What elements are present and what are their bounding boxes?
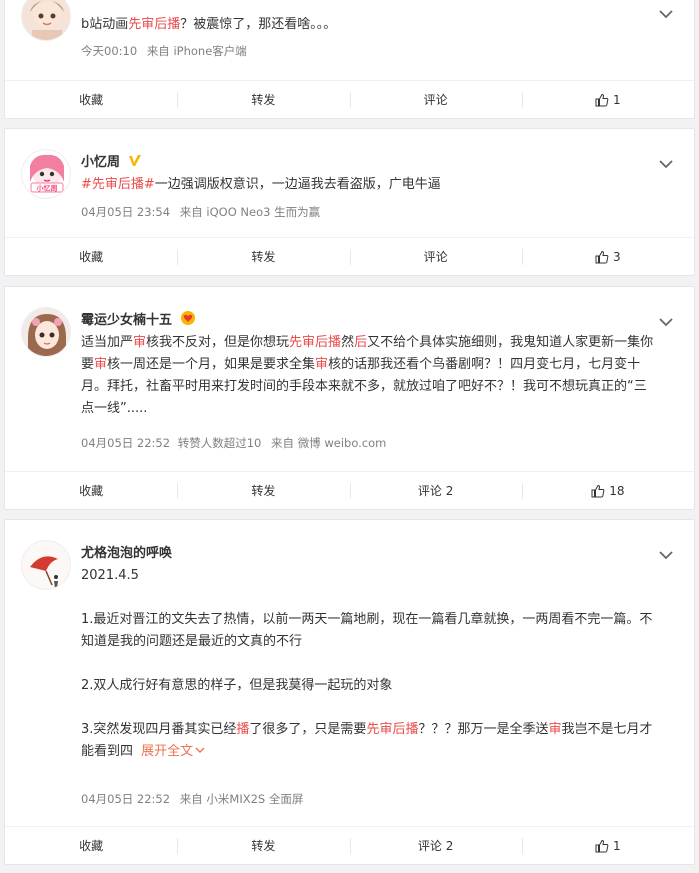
collect-button[interactable]: 收藏	[5, 81, 177, 118]
repost-button[interactable]: 转发	[177, 81, 349, 118]
post-meta: 04月05日 23:54 来自 iQOO Neo3 生而为赢	[81, 204, 320, 220]
avatar[interactable]	[21, 540, 71, 590]
weibo-card-1: b站动画先审后播？被震惊了，那还看啥。。。 今天00:10 来自 iPhone客…	[4, 0, 695, 119]
action-bar: 收藏 转发 评论 2 18	[5, 471, 694, 509]
like-button[interactable]: 1	[521, 81, 694, 118]
post-meta: 04月05日 22:52 来自 小米MIX2S 全面屏	[81, 791, 303, 807]
post-paragraph: 3.突然发现四月番其实已经播了很多了，只是需要先审后播？？？那万一是全季送审我岂…	[81, 722, 653, 759]
chevron-down-icon[interactable]	[658, 546, 674, 560]
verified-badge-icon	[128, 155, 141, 166]
keyword-highlight[interactable]: 先审后播	[128, 17, 180, 32]
post-time[interactable]: 04月05日 23:54	[81, 205, 170, 219]
author-name[interactable]: 小忆周	[81, 151, 142, 170]
post-meta: 今天00:10 来自 iPhone客户端	[81, 43, 247, 59]
thumb-up-icon	[595, 93, 609, 106]
chevron-down-icon	[195, 747, 205, 753]
like-button[interactable]: 1	[521, 827, 694, 864]
thumb-up-icon	[591, 484, 605, 497]
weibo-card-3: 霉运少女楠十五 适当加严审核我不反对，但是你想玩先审后播然后又不给个具体实施细则…	[4, 286, 695, 510]
weibo-card-4: 尤格泡泡的呼唤 2021.4.5 1.最近对晋江的文失去了热情，以前一两天一篇地…	[4, 519, 695, 865]
repost-button[interactable]: 转发	[177, 238, 349, 275]
keyword-highlight[interactable]: 先审后播	[289, 335, 341, 350]
repost-info: 转赞人数超过10	[177, 436, 262, 450]
collect-button[interactable]: 收藏	[5, 238, 177, 275]
keyword-highlight[interactable]: 审	[94, 357, 107, 372]
repost-button[interactable]: 转发	[177, 827, 349, 864]
post-text: b站动画先审后播？被震惊了，那还看啥。。。	[81, 17, 337, 32]
keyword-highlight[interactable]: 先审后播	[366, 722, 418, 737]
expand-full-text-link[interactable]: 展开全文	[141, 744, 205, 759]
avatar[interactable]: 小忆周	[21, 149, 71, 199]
hashtag-link[interactable]: #先审后播#	[81, 177, 155, 192]
post-date-line: 2021.4.5	[81, 568, 139, 583]
comment-button[interactable]: 评论 2	[349, 827, 522, 864]
comment-button[interactable]: 评论	[349, 81, 522, 118]
source-prefix: 来自	[179, 205, 203, 219]
chevron-down-icon[interactable]	[658, 5, 674, 19]
post-source[interactable]: iPhone客户端	[173, 44, 246, 58]
action-bar: 收藏 转发 评论 3	[5, 237, 694, 275]
keyword-highlight[interactable]: 审	[133, 335, 146, 350]
action-bar: 收藏 转发 评论 2 1	[5, 826, 694, 864]
post-paragraph: 1.最近对晋江的文失去了热情，以前一两天一篇地刷，现在一篇看几章就换，一两周看不…	[81, 612, 653, 649]
post-text: #先审后播#一边强调版权意识，一边逼我去看盗版，广电牛逼	[81, 177, 441, 192]
comment-button[interactable]: 评论	[349, 238, 522, 275]
post-meta: 04月05日 22:52 转赞人数超过10 来自 微博 weibo.com	[81, 435, 386, 451]
source-prefix: 来自	[179, 792, 203, 806]
post-text: 2021.4.5 1.最近对晋江的文失去了热情，以前一两天一篇地刷，现在一篇看几…	[81, 565, 658, 763]
post-time[interactable]: 今天00:10	[81, 44, 137, 58]
thumb-up-icon	[595, 839, 609, 852]
source-prefix: 来自	[146, 44, 170, 58]
avatar[interactable]	[21, 307, 71, 357]
action-bar: 收藏 转发 评论 1	[5, 80, 694, 118]
svg-text:小忆周: 小忆周	[36, 184, 58, 193]
post-source[interactable]: 微博 weibo.com	[298, 436, 387, 450]
post-source[interactable]: 小米MIX2S 全面屏	[206, 792, 303, 806]
post-time[interactable]: 04月05日 22:52	[81, 436, 170, 450]
chevron-down-icon[interactable]	[658, 155, 674, 169]
collect-button[interactable]: 收藏	[5, 827, 177, 864]
post-text: 适当加严审核我不反对，但是你想玩先审后播然后又不给个具体实施细则，我鬼知道人家更…	[81, 335, 654, 416]
keyword-highlight[interactable]: 播	[236, 722, 249, 737]
like-button[interactable]: 3	[521, 238, 694, 275]
repost-button[interactable]: 转发	[177, 472, 349, 509]
keyword-highlight[interactable]: 审	[315, 357, 328, 372]
like-button[interactable]: 18	[521, 472, 694, 509]
post-paragraph: 2.双人成行好有意思的样子，但是我莫得一起玩的对象	[81, 678, 393, 693]
collect-button[interactable]: 收藏	[5, 472, 177, 509]
keyword-highlight[interactable]: 审	[548, 722, 561, 737]
comment-button[interactable]: 评论 2	[349, 472, 522, 509]
source-prefix: 来自	[271, 436, 295, 450]
post-time[interactable]: 04月05日 22:52	[81, 792, 170, 806]
post-source[interactable]: iQOO Neo3 生而为赢	[206, 205, 320, 219]
vip-heart-badge-icon	[180, 311, 195, 325]
author-name[interactable]: 霉运少女楠十五	[81, 309, 196, 328]
thumb-up-icon	[595, 250, 609, 263]
avatar[interactable]	[21, 0, 71, 41]
keyword-highlight[interactable]: 后	[354, 335, 367, 350]
author-name[interactable]: 尤格泡泡的呼唤	[81, 542, 172, 561]
weibo-card-2: 小忆周 小忆周 #先审后播#一边强调版权意识，一边逼我去看盗版，广电牛逼 04月…	[4, 128, 695, 276]
chevron-down-icon[interactable]	[658, 313, 674, 327]
